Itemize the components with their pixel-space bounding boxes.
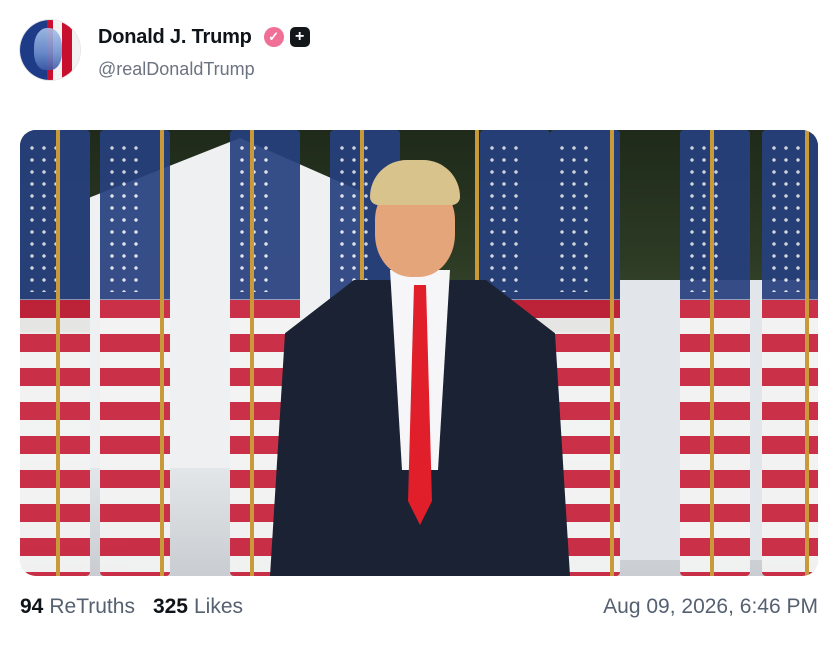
likes-count: 325 bbox=[152, 595, 188, 618]
flag-pole bbox=[610, 130, 614, 576]
post-footer: 94 ReTruths 325 Likes Aug 09, 2026, 6:46… bbox=[20, 592, 818, 622]
author-name[interactable]: Donald J. Trump bbox=[98, 26, 252, 49]
avatar-face bbox=[34, 28, 62, 70]
flag-pole bbox=[160, 130, 164, 576]
verified-icon: ✓ bbox=[263, 27, 284, 47]
retruths-count: 94 bbox=[20, 595, 44, 618]
avatar-stripe bbox=[68, 20, 72, 80]
author-info: Donald J. Trump ✓ + @realDonaldTrump bbox=[98, 25, 310, 80]
flag-pole bbox=[250, 130, 254, 576]
flag-pole bbox=[805, 130, 809, 576]
likes-label: Likes bbox=[194, 595, 244, 618]
retruths-label: ReTruths bbox=[49, 595, 135, 618]
author-name-row: Donald J. Trump ✓ + bbox=[98, 25, 310, 49]
post-timestamp[interactable]: Aug 09, 2026, 6:46 PM bbox=[603, 595, 818, 619]
post-header: Donald J. Trump ✓ + @realDonaldTrump bbox=[20, 20, 310, 82]
hair bbox=[370, 160, 460, 205]
likes-stat[interactable]: 325 Likes bbox=[153, 595, 243, 619]
author-handle[interactable]: @realDonaldTrump bbox=[98, 59, 310, 80]
retruths-stat[interactable]: 94 ReTruths bbox=[20, 595, 135, 619]
flag-image bbox=[20, 130, 90, 576]
post-image[interactable] bbox=[20, 130, 818, 576]
flag-image bbox=[762, 130, 818, 576]
flag-pole bbox=[56, 130, 60, 576]
person-image bbox=[270, 160, 570, 576]
flag-image bbox=[680, 130, 750, 576]
plus-icon[interactable]: + bbox=[289, 27, 310, 47]
flag-pole bbox=[710, 130, 714, 576]
avatar[interactable] bbox=[20, 20, 80, 80]
